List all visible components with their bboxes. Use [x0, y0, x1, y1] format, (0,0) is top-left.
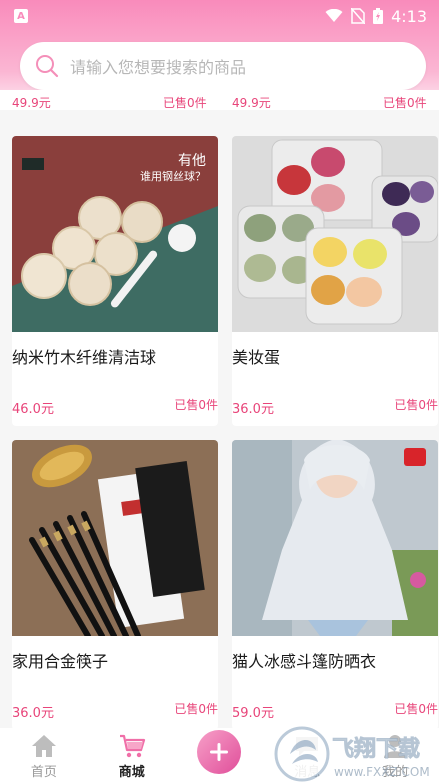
product-image: [232, 440, 438, 636]
status-bar: A 4:13: [0, 0, 439, 32]
product-title: 家用合金筷子: [12, 652, 109, 671]
fxxz-watermark-logo: 飞翔下载 www.FXXZ.COM: [274, 726, 430, 782]
svg-text:www.FXXZ.COM: www.FXXZ.COM: [334, 765, 430, 779]
image-caption-subtitle: 谁用钢丝球？: [140, 170, 206, 183]
product-grid[interactable]: 49.9元 已售0件 49.9元 已售0件 有他 谁用钢丝球？ 纳米竹木纤维清洁…: [0, 90, 439, 730]
home-icon: [31, 735, 56, 757]
product-card[interactable]: 家用合金筷子 36.0元 已售0件: [12, 440, 218, 730]
tab-publish[interactable]: [176, 728, 264, 784]
no-sim-icon: [351, 8, 366, 24]
product-image: [232, 136, 438, 332]
publish-button[interactable]: [197, 730, 242, 774]
product-title: 纳米竹木纤维清洁球: [12, 348, 157, 367]
search-icon: [36, 55, 59, 78]
product-price: 49.9元: [232, 96, 271, 110]
product-price: 36.0元: [232, 402, 274, 417]
product-sold: 已售0件: [394, 398, 438, 412]
product-card[interactable]: 有他 谁用钢丝球？ 纳米竹木纤维清洁球 46.0元 已售0件: [12, 136, 218, 426]
tab-label: 商城: [118, 765, 145, 780]
product-sold: 已售0件: [174, 702, 218, 716]
svg-text:飞翔下载: 飞翔下载: [332, 736, 420, 762]
product-sold: 已售0件: [174, 398, 218, 412]
battery-charging-icon: [373, 8, 384, 24]
tab-mall[interactable]: 商城: [88, 728, 176, 784]
product-price: 46.0元: [12, 402, 54, 417]
search-placeholder: 请输入您想要搜索的商品: [70, 58, 247, 77]
product-image: [12, 440, 218, 636]
product-price: 49.9元: [12, 96, 51, 110]
shopping-cart-icon: [119, 734, 145, 758]
product-price: 59.0元: [232, 706, 274, 721]
product-sold: 已售0件: [394, 702, 438, 716]
wifi-icon: [325, 9, 343, 22]
plus-icon: [210, 743, 229, 761]
product-title: 猫人冰感斗篷防晒衣: [232, 652, 377, 671]
product-image: 有他 谁用钢丝球？: [12, 136, 218, 332]
image-caption-title: 有他: [178, 153, 206, 169]
partial-card-row: 49.9元 已售0件 49.9元 已售0件: [0, 90, 439, 110]
product-sold: 已售0件: [383, 96, 427, 110]
product-title: 美妆蛋: [232, 348, 281, 367]
search-input[interactable]: 请输入您想要搜索的商品: [20, 42, 426, 90]
tab-label: 首页: [30, 765, 57, 780]
product-card[interactable]: 猫人冰感斗篷防晒衣 59.0元 已售0件: [232, 440, 438, 730]
product-price: 36.0元: [12, 706, 54, 721]
product-card[interactable]: 美妆蛋 36.0元 已售0件: [232, 136, 438, 426]
tab-home[interactable]: 首页: [0, 728, 88, 784]
notification-a-icon: A: [14, 9, 28, 23]
status-time: 4:13: [391, 6, 427, 26]
product-sold: 已售0件: [163, 96, 207, 110]
